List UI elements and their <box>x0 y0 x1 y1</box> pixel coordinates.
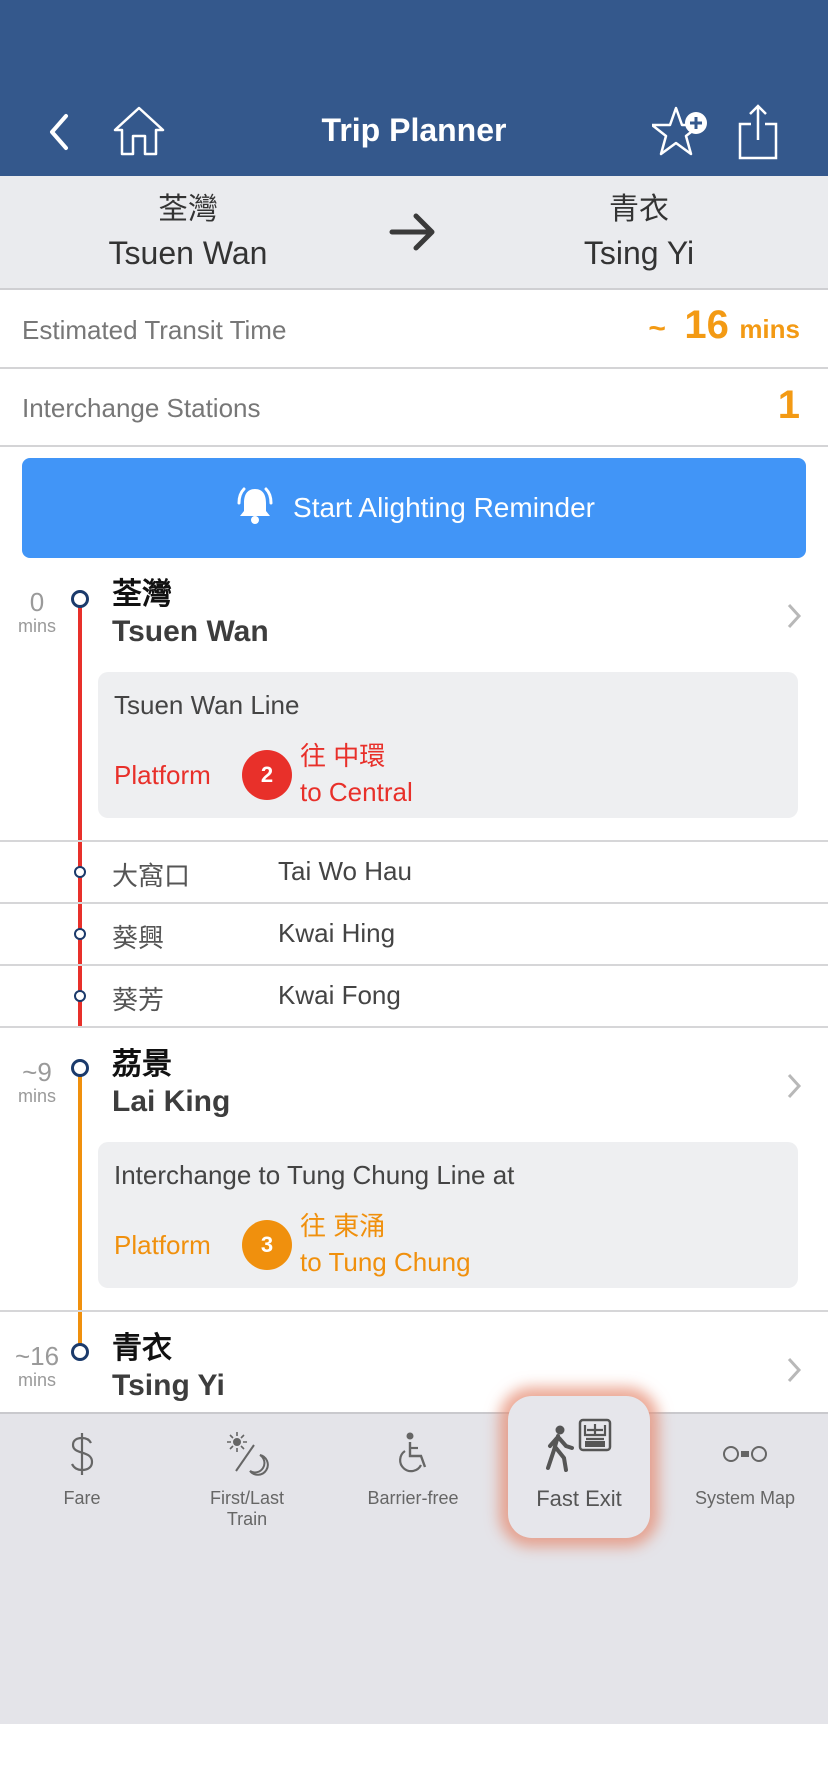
chevron-right-icon[interactable] <box>786 1070 802 1109</box>
fast-exit-button[interactable]: Fast Exit <box>508 1396 650 1538</box>
dollar-icon <box>7 1428 157 1480</box>
destination-zh: 往 中環 <box>300 741 386 771</box>
station-node <box>74 866 86 878</box>
fare-label: Fare <box>63 1488 101 1508</box>
interchange-row: Interchange Stations 1 <box>0 369 828 447</box>
station-name: 青衣 Tsing Yi <box>112 1332 225 1406</box>
station-name-en: Lai King <box>112 1085 231 1118</box>
station-name-zh: 茘景 <box>112 1048 172 1081</box>
platform-destination: 往 中環 to Central <box>300 738 413 810</box>
system-map-icon <box>670 1428 820 1480</box>
stop-time-value: ~9 <box>22 1057 52 1087</box>
station-name-en: Tai Wo Hau <box>278 856 412 886</box>
destination-en: to Central <box>300 777 413 807</box>
destination-name-en: Tsing Yi <box>583 235 695 271</box>
approx-sign: ~ <box>648 312 666 345</box>
destination-zh: 往 東涌 <box>300 1211 386 1241</box>
station-node <box>74 990 86 1002</box>
interchange-title: Interchange to Tung Chung Line at <box>114 1160 515 1190</box>
intermediate-station: 葵芳 Kwai Fong <box>0 966 828 1026</box>
interchange-label: Interchange Stations <box>22 393 261 423</box>
stop-time: ~16 mins <box>0 1342 74 1390</box>
fast-exit-icon <box>544 1418 614 1479</box>
first-last-train-button[interactable]: First/Last Train <box>172 1428 322 1530</box>
alighting-reminder-label: Start Alighting Reminder <box>293 492 595 523</box>
station-name-en: Tsing Yi <box>112 1369 225 1402</box>
bell-icon <box>233 483 277 534</box>
station-name-zh: 大窩口 <box>112 861 191 891</box>
origin-name-en: Tsuen Wan <box>108 235 268 271</box>
fare-button[interactable]: Fare <box>7 1428 157 1509</box>
line-info-card: Tsuen Wan Line Platform 2 往 中環 to Centra… <box>98 672 798 818</box>
platform-number-badge: 2 <box>242 750 292 800</box>
station-name-zh: 葵芳 <box>112 985 165 1015</box>
stop-time-unit: mins <box>17 1086 56 1106</box>
tung-chung-line-segment <box>78 1068 82 1358</box>
fast-exit-label: Fast Exit <box>536 1486 622 1511</box>
destination-station: 青衣 Tsing Yi <box>489 190 789 276</box>
intermediate-station: 大窩口 Tai Wo Hau <box>0 842 828 902</box>
station-name-zh: 葵興 <box>112 923 165 953</box>
label-line-2: Train <box>226 1509 268 1529</box>
stop-time-unit: mins <box>17 1370 56 1390</box>
transit-time-label: Estimated Transit Time <box>22 315 287 345</box>
station-node <box>71 590 89 608</box>
station-name-en: Tsuen Wan <box>112 615 269 648</box>
stop-time-value: 0 <box>29 587 45 617</box>
origin-station: 荃灣 Tsuen Wan <box>38 190 338 276</box>
stop-time: ~9 mins <box>0 1058 74 1106</box>
navigation-bar: Trip Planner <box>0 0 828 176</box>
intermediate-station: 葵興 Kwai Hing <box>0 904 828 964</box>
arrow-right-icon <box>388 212 438 257</box>
station-node <box>71 1059 89 1077</box>
interchange-info-card: Interchange to Tung Chung Line at Platfo… <box>98 1142 798 1288</box>
station-name: 茘景 Lai King <box>112 1048 230 1122</box>
destination-name-zh: 青衣 <box>609 193 669 226</box>
stop-time: 0 mins <box>0 588 74 636</box>
transit-minutes: 16 <box>684 303 729 347</box>
chevron-right-icon[interactable] <box>786 600 802 639</box>
barrier-free-button[interactable]: Barrier-free <box>338 1428 488 1509</box>
stop-time-value: ~16 <box>14 1341 60 1371</box>
station-name-zh: 青衣 <box>112 1332 172 1365</box>
station-name-en: Kwai Hing <box>278 918 396 948</box>
system-map-label: System Map <box>694 1488 796 1508</box>
system-map-button[interactable]: System Map <box>670 1428 820 1509</box>
origin-name-zh: 荃灣 <box>158 193 218 226</box>
platform-destination: 往 東涌 to Tung Chung <box>300 1208 471 1280</box>
chevron-right-icon[interactable] <box>786 1354 802 1393</box>
bottom-toolbar: Fare First/Last Train Barrier-free Syste… <box>0 1412 828 1724</box>
divider <box>0 1310 828 1312</box>
station-node <box>74 928 86 940</box>
divider <box>0 1026 828 1028</box>
platform-number-badge: 3 <box>242 1220 292 1270</box>
star-add-icon[interactable] <box>650 106 710 163</box>
stop-time-unit: mins <box>17 616 56 636</box>
destination-en: to Tung Chung <box>300 1247 471 1277</box>
station-name-zh: 荃灣 <box>112 578 172 611</box>
sun-moon-icon <box>172 1428 322 1480</box>
interchange-count: 1 <box>777 383 800 427</box>
wheelchair-icon <box>338 1428 488 1480</box>
alighting-reminder-button[interactable]: Start Alighting Reminder <box>22 458 806 558</box>
label-line-1: First/Last <box>209 1488 284 1508</box>
route-header: 荃灣 Tsuen Wan 青衣 Tsing Yi <box>0 176 828 290</box>
platform-label: Platform <box>114 760 211 790</box>
bottom-safe-area <box>0 1724 828 1792</box>
line-name: Tsuen Wan Line <box>114 690 300 720</box>
first-last-train-label: First/Last Train <box>172 1488 322 1530</box>
barrier-free-label: Barrier-free <box>367 1488 459 1508</box>
station-node <box>71 1343 89 1361</box>
platform-label: Platform <box>114 1230 211 1260</box>
transit-unit: mins <box>739 314 800 344</box>
station-name: 荃灣 Tsuen Wan <box>112 578 269 652</box>
transit-time-row: Estimated Transit Time ~ 16 mins <box>0 291 828 369</box>
station-name-en: Kwai Fong <box>278 980 401 1010</box>
share-icon[interactable] <box>738 104 778 165</box>
transit-time-value: ~ 16 mins <box>648 303 800 348</box>
